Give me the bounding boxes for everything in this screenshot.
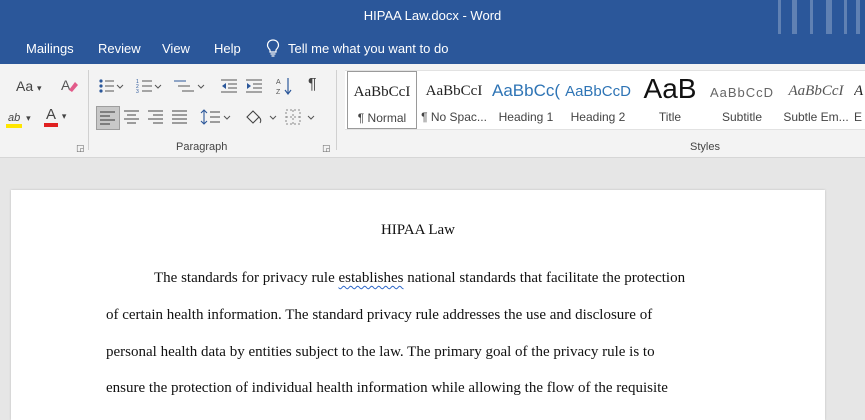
tab-help[interactable]: Help: [214, 41, 241, 56]
style-heading-1[interactable]: AaBbCc( Heading 1: [492, 71, 560, 129]
styles-gallery: AaBbCcI ¶ Normal AaBbCcI ¶ No Spac... Aa…: [345, 70, 865, 130]
paragraph-dialog-launcher-icon[interactable]: ◲: [322, 143, 331, 154]
window-title: HIPAA Law.docx - Word: [363, 8, 502, 23]
svg-text:A: A: [276, 79, 281, 86]
change-case-label: Aa: [16, 78, 34, 94]
document-title: HIPAA Law: [380, 222, 456, 238]
text-run: personal health data by entities subject…: [106, 344, 655, 360]
style-preview: AaBbCcI: [353, 84, 411, 100]
align-center-icon[interactable]: [124, 110, 140, 124]
align-right-icon[interactable]: [148, 110, 164, 124]
group-divider: [88, 70, 89, 150]
svg-text:3: 3: [136, 89, 139, 94]
align-left-button[interactable]: [96, 106, 120, 130]
style-normal[interactable]: AaBbCcI ¶ Normal: [347, 71, 417, 129]
align-left-icon: [100, 111, 115, 125]
style-name: Subtle Em...: [783, 110, 849, 124]
multilevel-list-icon[interactable]: [172, 78, 206, 94]
svg-text:A: A: [61, 77, 71, 93]
line-spacing-icon[interactable]: [200, 108, 232, 126]
change-case-button[interactable]: Aa ▾: [16, 78, 42, 96]
chevron-down-icon: ▾: [61, 111, 67, 121]
increase-indent-icon[interactable]: [245, 78, 263, 94]
paragraph-line: personal health data by entities subject…: [106, 344, 655, 361]
text-run: The standards for privacy rule: [154, 270, 339, 286]
styles-group-label: Styles: [690, 141, 720, 153]
style-preview: AaBbCcI: [425, 83, 483, 99]
paragraph-line: The standards for privacy rule establish…: [154, 270, 685, 287]
style-no-spacing[interactable]: AaBbCcI ¶ No Spac...: [418, 71, 490, 129]
sort-icon[interactable]: A Z: [276, 76, 294, 96]
text-run: ensure the protection of individual heal…: [106, 380, 668, 396]
chevron-down-icon: ▾: [37, 83, 42, 93]
style-heading-2[interactable]: AaBbCcD Heading 2: [563, 71, 633, 129]
style-preview: A: [854, 83, 864, 99]
title-bar-decoration: [778, 0, 860, 34]
text-run: national standards that facilitate the p…: [403, 270, 686, 286]
clear-formatting-icon[interactable]: A: [60, 76, 78, 94]
font-color-icon: A: [44, 106, 59, 127]
tab-mailings[interactable]: Mailings: [26, 41, 74, 56]
style-preview: AaBbCc(: [492, 81, 560, 100]
chevron-down-icon: ▾: [26, 113, 31, 123]
tell-me-box[interactable]: Tell me what you want to do: [266, 39, 448, 57]
style-name: Title: [658, 110, 682, 124]
font-color-button[interactable]: A ▾: [44, 106, 67, 127]
style-preview: AaB: [643, 73, 697, 104]
highlight-button[interactable]: ab ▾: [6, 108, 31, 128]
style-name: ¶ No Spac...: [421, 110, 487, 124]
style-subtitle[interactable]: AaBbCcD Subtitle: [707, 71, 777, 129]
tab-view[interactable]: View: [162, 41, 190, 56]
font-dialog-launcher-icon[interactable]: ◲: [76, 143, 85, 154]
bullets-icon[interactable]: [98, 78, 124, 94]
style-name: Subtitle: [721, 110, 763, 124]
group-divider: [336, 70, 337, 150]
justify-icon[interactable]: [172, 110, 188, 124]
style-preview: AaBbCcD: [709, 85, 775, 100]
grammar-flagged-word[interactable]: establishes: [339, 270, 404, 286]
lightbulb-icon: [266, 39, 280, 57]
borders-icon[interactable]: [284, 108, 318, 126]
style-subtle-emphasis[interactable]: AaBbCcI Subtle Em...: [780, 71, 852, 129]
style-preview: AaBbCcD: [565, 83, 631, 100]
style-emphasis[interactable]: A E: [854, 71, 865, 129]
style-name: Heading 2: [570, 110, 626, 124]
ribbon-tabs: Mailings Review View Help Tell me what y…: [0, 34, 865, 64]
svg-text:Z: Z: [276, 89, 281, 96]
tell-me-input[interactable]: Tell me what you want to do: [288, 41, 448, 56]
ribbon: Aa ▾ A ab ▾ A ▾ ◲ 123 A Z ¶ Paragraph ◲ …: [0, 64, 865, 158]
style-name: Heading 1: [498, 110, 554, 124]
style-preview: AaBbCcI: [788, 83, 844, 99]
document-page[interactable]: HIPAA Law The standards for privacy rule…: [11, 190, 825, 420]
tab-review[interactable]: Review: [98, 41, 141, 56]
decrease-indent-icon[interactable]: [220, 78, 238, 94]
paragraph-line: of certain health information. The stand…: [106, 307, 652, 324]
style-title[interactable]: AaB Title: [636, 71, 704, 129]
style-name: ¶ Normal: [357, 111, 407, 125]
paragraph-line: ensure the protection of individual heal…: [106, 380, 668, 397]
shading-icon[interactable]: [244, 108, 278, 126]
show-marks-icon[interactable]: ¶: [308, 77, 317, 93]
highlight-icon: ab: [6, 112, 23, 128]
style-name: E: [854, 110, 863, 124]
numbering-icon[interactable]: 123: [136, 78, 162, 94]
title-bar: HIPAA Law.docx - Word: [0, 0, 865, 34]
paragraph-group-label: Paragraph: [176, 141, 228, 153]
text-run: of certain health information. The stand…: [106, 307, 653, 323]
